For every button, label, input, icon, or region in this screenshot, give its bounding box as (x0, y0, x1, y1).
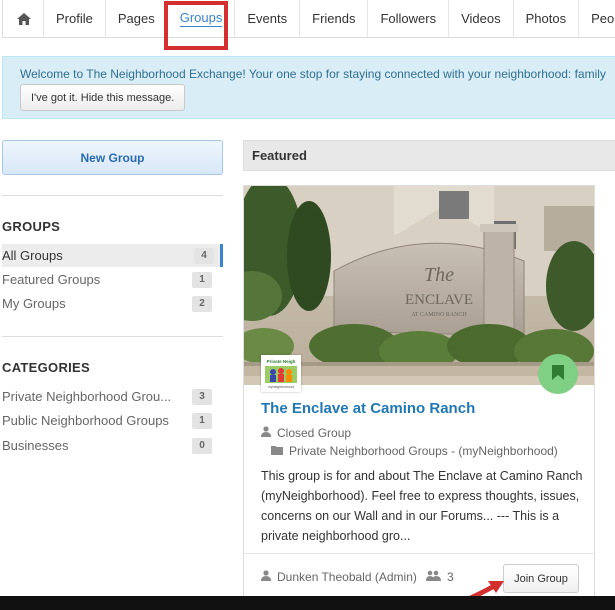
thumb-text: myneighborhood (268, 385, 294, 389)
nav-people[interactable]: People (579, 0, 615, 37)
sidebar-item-featured-groups[interactable]: Featured Groups 1 (2, 268, 220, 291)
count-badge: 1 (192, 412, 212, 429)
hide-message-button[interactable]: I've got it. Hide this message. (20, 84, 186, 111)
count-badge: 0 (192, 437, 212, 454)
group-members: 3 (426, 570, 454, 584)
group-card: The ENCLAVE AT CAMINO RANCH Private Neig… (243, 185, 595, 605)
bookmark-icon (552, 365, 564, 383)
nav-people-label: People (591, 11, 615, 26)
owner-label: Dunken Theobald (Admin) (277, 570, 417, 584)
folder-icon (271, 444, 289, 458)
group-thumbnail[interactable]: Private Neigh myneighborhood (261, 355, 301, 392)
group-owner: Dunken Theobald (Admin) (261, 570, 417, 584)
member-count: 3 (447, 570, 454, 584)
nav-events[interactable]: Events (235, 0, 301, 37)
sidebar-item-private-neighborhood[interactable]: Private Neighborhood Grou... 3 (2, 385, 220, 408)
welcome-text: Welcome to The Neighborhood Exchange! Yo… (20, 67, 606, 81)
highlight-box (164, 1, 228, 50)
sign-text: ENCLAVE (405, 292, 473, 308)
nav-videos-label: Videos (461, 11, 501, 26)
nav-followers[interactable]: Followers (368, 0, 450, 37)
user-icon (261, 570, 277, 584)
sidebar-item-all-groups[interactable]: All Groups 4 (2, 244, 223, 267)
nav-friends-label: Friends (312, 11, 356, 26)
nav-photos[interactable]: Photos (514, 0, 580, 37)
group-title-link[interactable]: The Enclave at Camino Ranch (261, 400, 475, 417)
sidebar-divider (2, 336, 223, 337)
nav-profile-label: Profile (56, 11, 93, 26)
sidebar-divider (2, 195, 223, 196)
join-group-button[interactable]: Join Group (503, 564, 579, 593)
count-badge: 4 (194, 247, 214, 264)
sign-text: The (424, 264, 454, 286)
group-description: This group is for and about The Enclave … (261, 469, 583, 543)
sidebar-item-label: Featured Groups (2, 272, 101, 287)
sidebar-item-label: All Groups (2, 248, 63, 263)
nav-photos-label: Photos (525, 11, 567, 26)
nav-pages[interactable]: Pages (106, 0, 168, 37)
sidebar-item-my-groups[interactable]: My Groups 2 (2, 292, 220, 315)
nav-profile[interactable]: Profile (44, 0, 106, 37)
count-badge: 2 (192, 295, 212, 312)
category-link[interactable]: Private Neighborhood Groups - (myNeighbo… (289, 444, 558, 458)
home-icon (17, 12, 31, 25)
privacy-label: Closed Group (277, 426, 352, 440)
sign-text: AT CAMINO RANCH (411, 312, 467, 318)
welcome-banner: Welcome to The Neighborhood Exchange! Yo… (2, 56, 615, 119)
nav-events-label: Events (247, 11, 288, 26)
group-privacy: Closed Group (261, 426, 351, 440)
sidebar-item-businesses[interactable]: Businesses 0 (2, 434, 220, 457)
new-group-button[interactable]: New Group (2, 140, 223, 175)
user-icon (261, 426, 277, 440)
nav-followers-label: Followers (380, 11, 437, 26)
sidebar-item-label: Private Neighborhood Grou... (2, 389, 172, 404)
sidebar-item-public-neighborhood[interactable]: Public Neighborhood Groups 1 (2, 409, 220, 432)
top-nav: Profile Pages Groups Events Friends Foll… (2, 0, 615, 38)
users-icon (426, 570, 447, 584)
thumb-text: Private Neigh (267, 359, 296, 364)
card-divider (244, 553, 594, 554)
featured-header: Featured (243, 140, 615, 171)
nav-videos[interactable]: Videos (449, 0, 514, 37)
bottom-edge (0, 596, 615, 610)
nav-friends[interactable]: Friends (300, 0, 369, 37)
group-category: Private Neighborhood Groups - (myNeighbo… (271, 444, 558, 458)
nav-pages-label: Pages (117, 11, 155, 26)
groups-title: GROUPS (2, 219, 61, 234)
bookmark-button[interactable] (538, 354, 578, 394)
categories-title: CATEGORIES (2, 360, 90, 375)
sidebar-item-label: Businesses (2, 438, 69, 453)
sidebar-item-label: Public Neighborhood Groups (2, 413, 169, 428)
count-badge: 1 (192, 271, 212, 288)
nav-home[interactable] (3, 0, 44, 37)
sidebar-item-label: My Groups (2, 296, 66, 311)
count-badge: 3 (192, 388, 212, 405)
